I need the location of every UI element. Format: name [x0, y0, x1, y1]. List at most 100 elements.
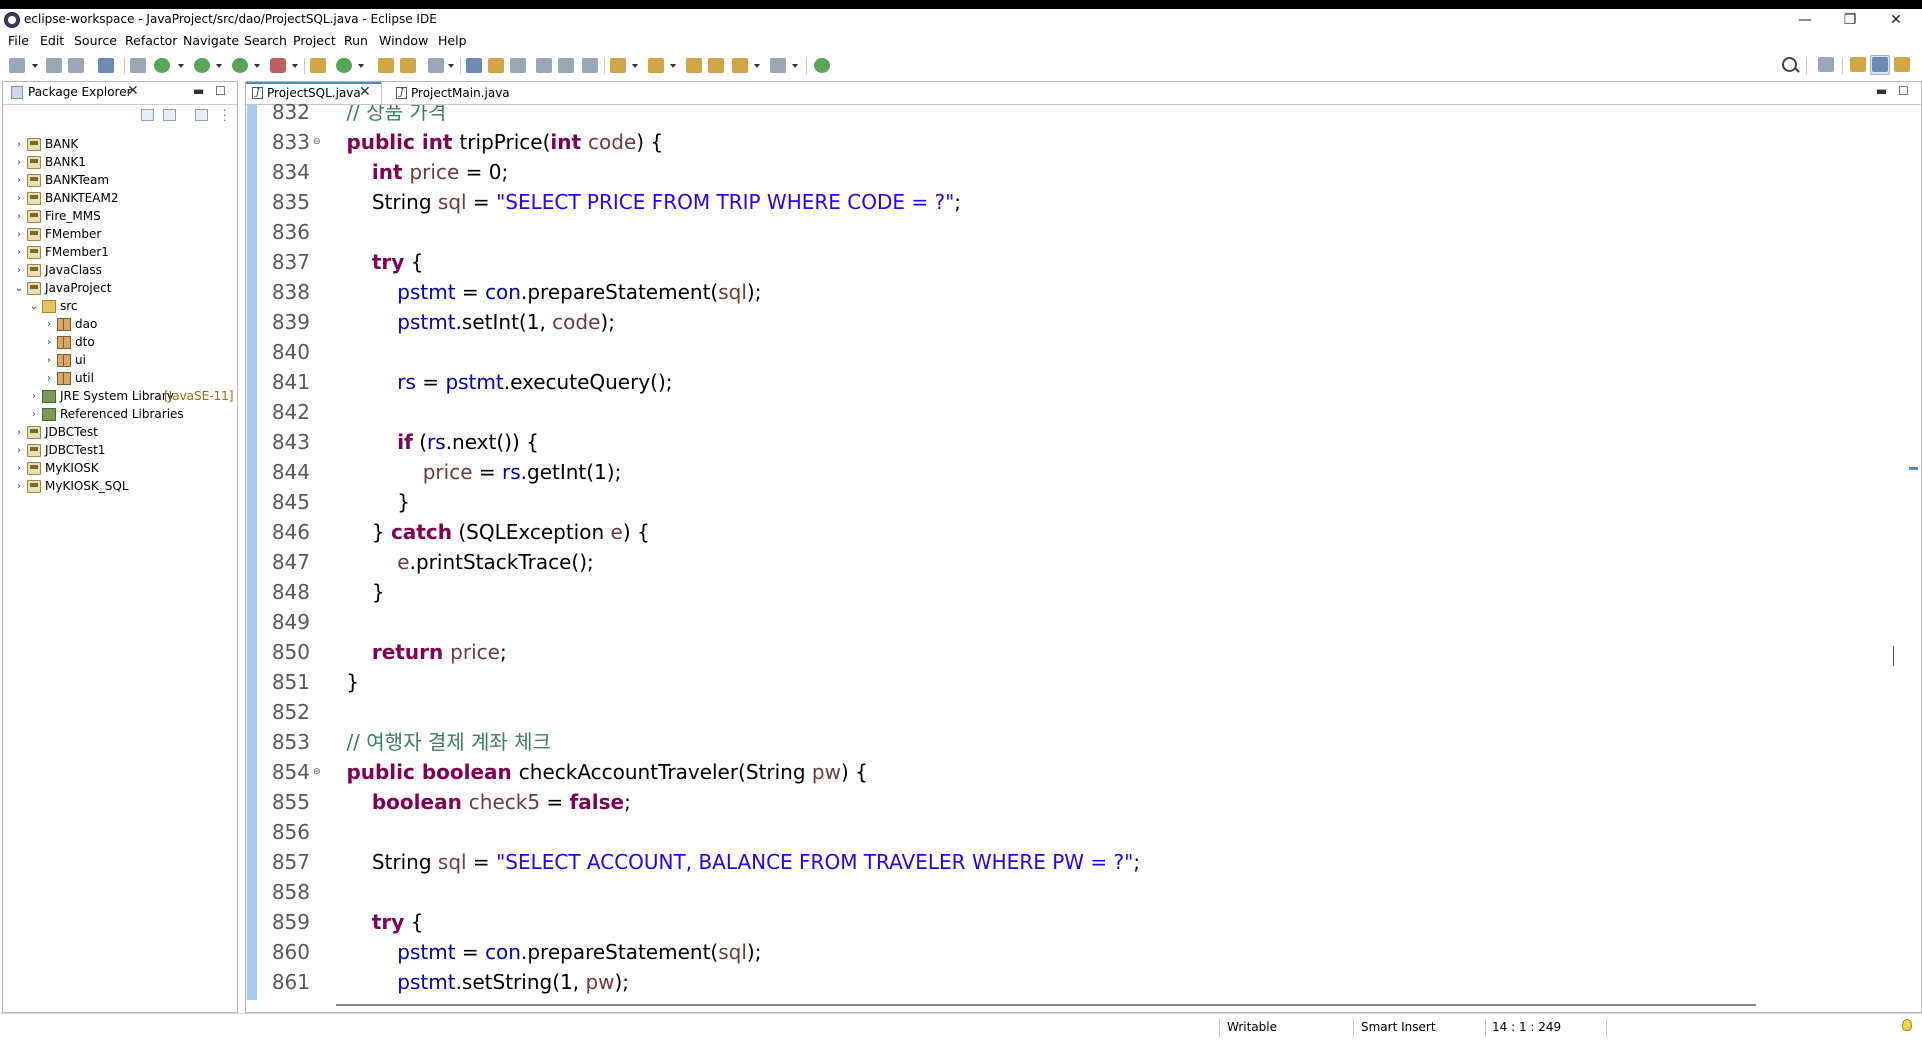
- code-line[interactable]: pstmt = con.prepareStatement(sql);: [321, 937, 761, 967]
- forward-dropdown-icon[interactable]: [792, 64, 798, 68]
- new-dropdown-icon[interactable]: [32, 64, 38, 68]
- chevron-right-icon[interactable]: ›: [14, 480, 24, 494]
- tree-item-dao[interactable]: › dao: [3, 316, 237, 334]
- tree-item-fmember[interactable]: › FMember: [3, 226, 237, 244]
- insert-mode-status[interactable]: Smart Insert: [1361, 1020, 1436, 1034]
- toggle-mark-occurrences-icon[interactable]: [488, 58, 504, 73]
- menu-project[interactable]: Project: [293, 33, 336, 48]
- code-line[interactable]: rs = pstmt.executeQuery();: [321, 367, 672, 397]
- minimize-editor-icon[interactable]: ▬: [1876, 84, 1887, 98]
- view-menu-icon[interactable]: · · ·: [223, 105, 227, 126]
- menu-window[interactable]: Window: [379, 33, 428, 48]
- menu-search[interactable]: Search: [244, 33, 287, 48]
- previous-annotation-icon[interactable]: [648, 58, 664, 73]
- chevron-right-icon[interactable]: ›: [14, 192, 24, 206]
- code-line[interactable]: // 여행자 결제 계좌 체크: [321, 727, 551, 757]
- code-line[interactable]: pstmt.setString(1, pw);: [321, 967, 629, 997]
- close-button[interactable]: ✕: [1876, 9, 1916, 32]
- terminal-icon[interactable]: [98, 58, 114, 73]
- coverage-dropdown-icon[interactable]: [254, 64, 260, 68]
- tree-item-jdbctest[interactable]: › JDBCTest: [3, 424, 237, 442]
- search-tool-dropdown-icon[interactable]: [448, 64, 454, 68]
- code-line[interactable]: // 상품 가격: [321, 105, 446, 127]
- code-line[interactable]: }: [321, 667, 359, 697]
- code-line[interactable]: try {: [321, 907, 424, 937]
- code-line[interactable]: int price = 0;: [321, 157, 508, 187]
- tree-item-mykiosk[interactable]: › MyKIOSK: [3, 460, 237, 478]
- tree-item-jre-system-library[interactable]: › JRE System Library [JavaSE-11]: [3, 388, 237, 406]
- menu-edit[interactable]: Edit: [40, 33, 64, 48]
- filters-icon[interactable]: [195, 109, 208, 121]
- back-dropdown-icon[interactable]: [754, 64, 760, 68]
- new-class-dropdown-icon[interactable]: [358, 64, 364, 68]
- chevron-right-icon[interactable]: ›: [14, 246, 24, 260]
- chevron-right-icon[interactable]: ›: [44, 372, 54, 386]
- code-line[interactable]: if (rs.next()) {: [321, 427, 539, 457]
- package-explorer-tab[interactable]: Package Explorer: [28, 85, 132, 99]
- java-ee-perspective-icon[interactable]: [1848, 55, 1868, 75]
- next-annotation-down-icon[interactable]: [610, 58, 626, 73]
- tree-item-ui[interactable]: › ui: [3, 352, 237, 370]
- menu-file[interactable]: File: [8, 33, 29, 48]
- tree-item-jdbctest1[interactable]: › JDBCTest1: [3, 442, 237, 460]
- tree-item-src[interactable]: ⌄ src: [3, 298, 237, 316]
- code-line[interactable]: boolean check5 = false;: [321, 787, 631, 817]
- chevron-right-icon[interactable]: ›: [29, 408, 39, 422]
- pilcrow-icon[interactable]: [582, 58, 598, 73]
- chevron-right-icon[interactable]: ›: [14, 264, 24, 278]
- tree-item-util[interactable]: › util: [3, 370, 237, 388]
- minimize-view-icon[interactable]: ▬: [193, 84, 204, 98]
- overview-ruler[interactable]: [1906, 105, 1920, 1000]
- chevron-down-icon[interactable]: ⌄: [29, 300, 39, 314]
- tree-item-bankteam2[interactable]: › BANKTEAM2: [3, 190, 237, 208]
- code-line[interactable]: try {: [321, 247, 424, 277]
- show-whitespace-icon[interactable]: [558, 58, 574, 73]
- new-icon[interactable]: [9, 58, 25, 73]
- save-all-icon[interactable]: [68, 58, 84, 73]
- minimize-button[interactable]: —: [1785, 9, 1825, 32]
- close-icon[interactable]: ✕: [127, 83, 139, 99]
- cursor-position-status[interactable]: 14 : 1 : 249: [1492, 1020, 1561, 1034]
- chevron-right-icon[interactable]: ›: [14, 210, 24, 224]
- debug-perspective-icon[interactable]: [1892, 55, 1912, 75]
- skip-breakpoints-icon[interactable]: [130, 58, 146, 73]
- run-icon[interactable]: [194, 58, 210, 73]
- chevron-right-icon[interactable]: ›: [14, 444, 24, 458]
- open-task-icon[interactable]: [400, 58, 416, 73]
- next-annotation-dropdown-icon[interactable]: [632, 64, 638, 68]
- fold-collapse-icon[interactable]: ⊖: [313, 127, 321, 157]
- code-line[interactable]: }: [321, 487, 410, 517]
- tree-item-fmember1[interactable]: › FMember1: [3, 244, 237, 262]
- menu-navigate[interactable]: Navigate: [183, 33, 239, 48]
- external-tools-dropdown-icon[interactable]: [292, 64, 298, 68]
- code-area[interactable]: // 상품 가격 public int tripPrice(int code) …: [321, 105, 1911, 1000]
- overview-marker[interactable]: [1909, 467, 1918, 470]
- chevron-right-icon[interactable]: ›: [44, 336, 54, 350]
- open-perspective-icon[interactable]: [1816, 55, 1836, 75]
- save-icon[interactable]: [46, 58, 62, 73]
- chevron-right-icon[interactable]: ›: [14, 426, 24, 440]
- tree-item-bank1[interactable]: › BANK1: [3, 154, 237, 172]
- code-line[interactable]: String sql = "SELECT PRICE FROM TRIP WHE…: [321, 187, 961, 217]
- chevron-right-icon[interactable]: ›: [14, 138, 24, 152]
- chevron-right-icon[interactable]: ›: [44, 318, 54, 332]
- chevron-right-icon[interactable]: ›: [14, 462, 24, 476]
- tree-item-bankteam[interactable]: › BANKTeam: [3, 172, 237, 190]
- tip-lightbulb-icon[interactable]: [1902, 1019, 1912, 1031]
- toggle-block-selection-icon[interactable]: [510, 58, 526, 73]
- code-line[interactable]: return price;: [321, 637, 507, 667]
- tree-item-dto[interactable]: › dto: [3, 334, 237, 352]
- menu-run[interactable]: Run: [344, 33, 368, 48]
- pin-editor-icon[interactable]: [814, 58, 830, 73]
- back-history-icon[interactable]: [708, 58, 724, 73]
- menu-source[interactable]: Source: [74, 33, 117, 48]
- tree-item-referenced-libraries[interactable]: › Referenced Libraries: [3, 406, 237, 424]
- coverage-icon[interactable]: [232, 58, 248, 73]
- menu-refactor[interactable]: Refactor: [125, 33, 177, 48]
- open-type-icon[interactable]: [378, 58, 394, 73]
- code-line[interactable]: e.printStackTrace();: [321, 547, 593, 577]
- run-dropdown-icon[interactable]: [216, 64, 222, 68]
- toggle-breadcrumb-icon[interactable]: [466, 58, 482, 73]
- chevron-right-icon[interactable]: ›: [44, 354, 54, 368]
- scrollbar-thumb[interactable]: [336, 1004, 1756, 1006]
